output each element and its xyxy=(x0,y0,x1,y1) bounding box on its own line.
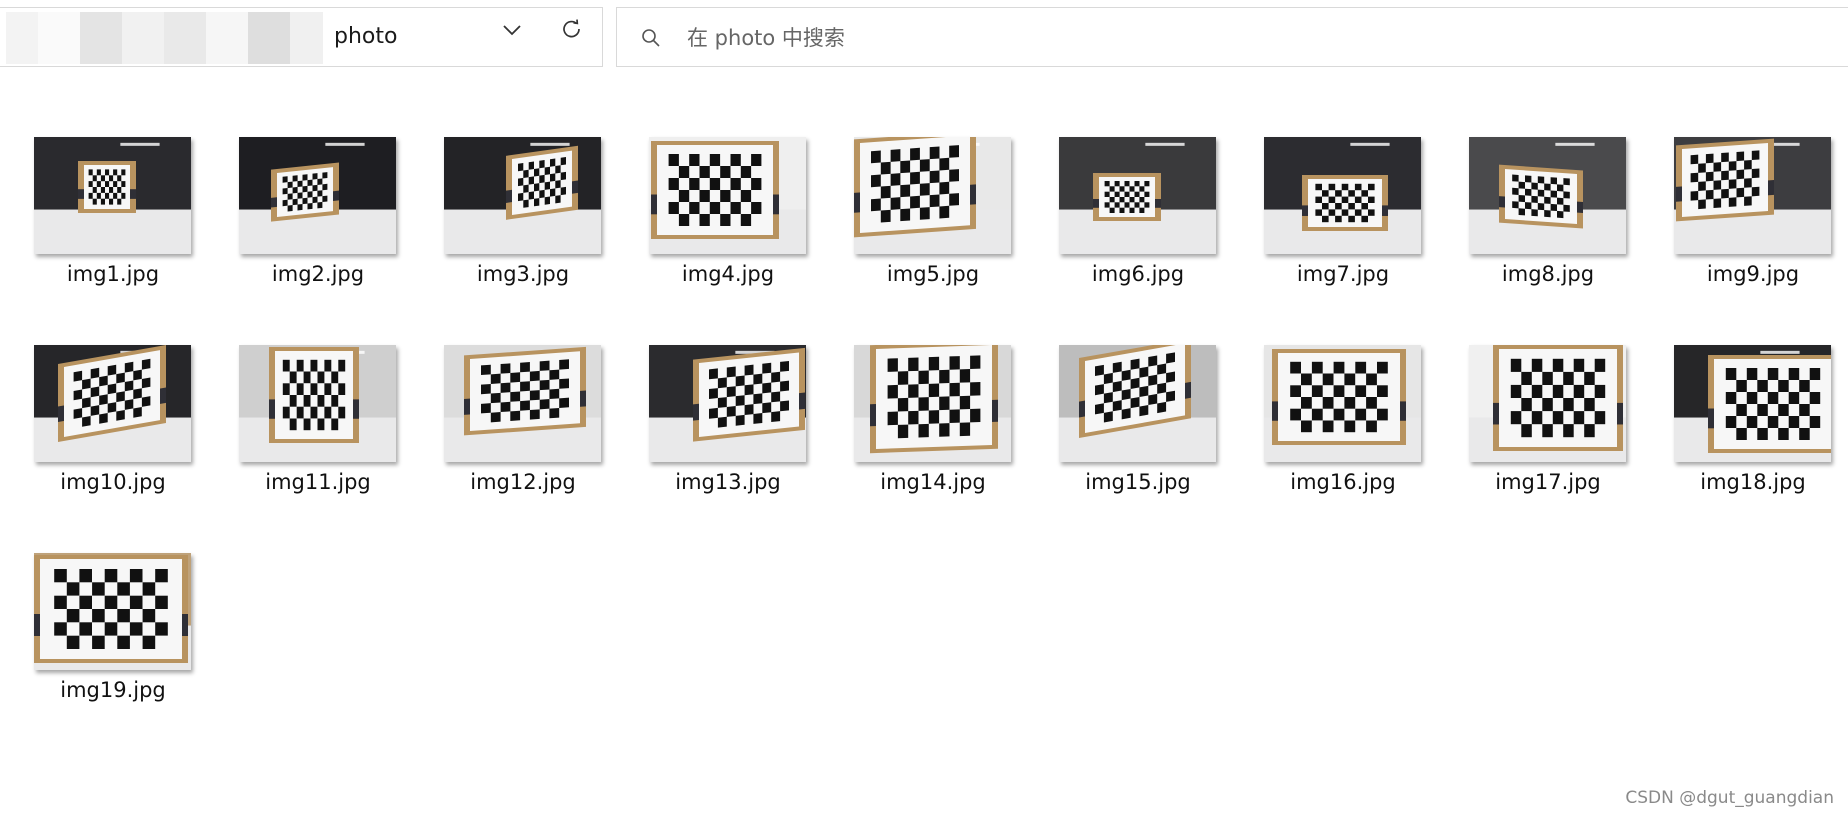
file-item[interactable]: img13.jpg xyxy=(615,345,806,535)
image-thumbnail[interactable] xyxy=(1264,345,1421,462)
image-thumbnail[interactable] xyxy=(1469,137,1626,254)
file-name-label: img16.jpg xyxy=(1290,470,1396,494)
image-thumbnail[interactable] xyxy=(239,137,396,254)
image-thumbnail[interactable] xyxy=(649,137,806,254)
file-item[interactable]: img18.jpg xyxy=(1640,345,1831,535)
file-item[interactable]: img10.jpg xyxy=(0,345,191,535)
file-name-label: img11.jpg xyxy=(265,470,371,494)
file-item[interactable]: img1.jpg xyxy=(0,137,191,327)
file-name-label: img10.jpg xyxy=(60,470,166,494)
image-thumbnail[interactable] xyxy=(444,345,601,462)
image-thumbnail[interactable] xyxy=(239,345,396,462)
file-item[interactable]: img3.jpg xyxy=(410,137,601,327)
file-name-label: img2.jpg xyxy=(271,262,365,286)
image-thumbnail[interactable] xyxy=(1059,345,1216,462)
image-thumbnail[interactable] xyxy=(1674,345,1831,462)
file-item[interactable]: img12.jpg xyxy=(410,345,601,535)
file-item[interactable]: img19.jpg xyxy=(0,553,191,743)
image-thumbnail[interactable] xyxy=(854,137,1011,254)
image-thumbnail[interactable] xyxy=(649,345,806,462)
file-name-label: img7.jpg xyxy=(1296,262,1390,286)
file-item[interactable]: img6.jpg xyxy=(1025,137,1216,327)
image-thumbnail[interactable] xyxy=(1264,137,1421,254)
image-thumbnail[interactable] xyxy=(854,345,1011,462)
image-thumbnail[interactable] xyxy=(34,553,191,670)
file-item[interactable]: img8.jpg xyxy=(1435,137,1626,327)
file-name-label: img3.jpg xyxy=(476,262,570,286)
file-name-label: img8.jpg xyxy=(1501,262,1595,286)
file-name-label: img19.jpg xyxy=(60,678,166,702)
file-name-label: img1.jpg xyxy=(66,262,160,286)
file-item[interactable]: img5.jpg xyxy=(820,137,1011,327)
file-name-label: img17.jpg xyxy=(1495,470,1601,494)
image-thumbnail[interactable] xyxy=(444,137,601,254)
file-name-label: img12.jpg xyxy=(470,470,576,494)
file-item[interactable]: img15.jpg xyxy=(1025,345,1216,535)
image-thumbnail[interactable] xyxy=(34,345,191,462)
file-grid: img1.jpg img2.jpg img3.jpg img4.jpg img5.jpg… xyxy=(0,0,1848,820)
file-item[interactable]: img14.jpg xyxy=(820,345,1011,535)
image-thumbnail[interactable] xyxy=(1059,137,1216,254)
file-item[interactable]: img7.jpg xyxy=(1230,137,1421,327)
file-item[interactable]: img4.jpg xyxy=(615,137,806,327)
file-name-label: img18.jpg xyxy=(1700,470,1806,494)
image-thumbnail[interactable] xyxy=(34,137,191,254)
file-name-label: img14.jpg xyxy=(880,470,986,494)
file-item[interactable]: img17.jpg xyxy=(1435,345,1626,535)
file-name-label: img4.jpg xyxy=(681,262,775,286)
file-name-label: img13.jpg xyxy=(675,470,781,494)
watermark: CSDN @dgut_guangdian xyxy=(1625,788,1834,808)
file-item[interactable]: img9.jpg xyxy=(1640,137,1831,327)
file-item[interactable]: img11.jpg xyxy=(205,345,396,535)
image-thumbnail[interactable] xyxy=(1469,345,1626,462)
file-item[interactable]: img2.jpg xyxy=(205,137,396,327)
file-name-label: img15.jpg xyxy=(1085,470,1191,494)
file-name-label: img9.jpg xyxy=(1706,262,1800,286)
file-name-label: img5.jpg xyxy=(886,262,980,286)
image-thumbnail[interactable] xyxy=(1674,137,1831,254)
file-name-label: img6.jpg xyxy=(1091,262,1185,286)
file-item[interactable]: img16.jpg xyxy=(1230,345,1421,535)
